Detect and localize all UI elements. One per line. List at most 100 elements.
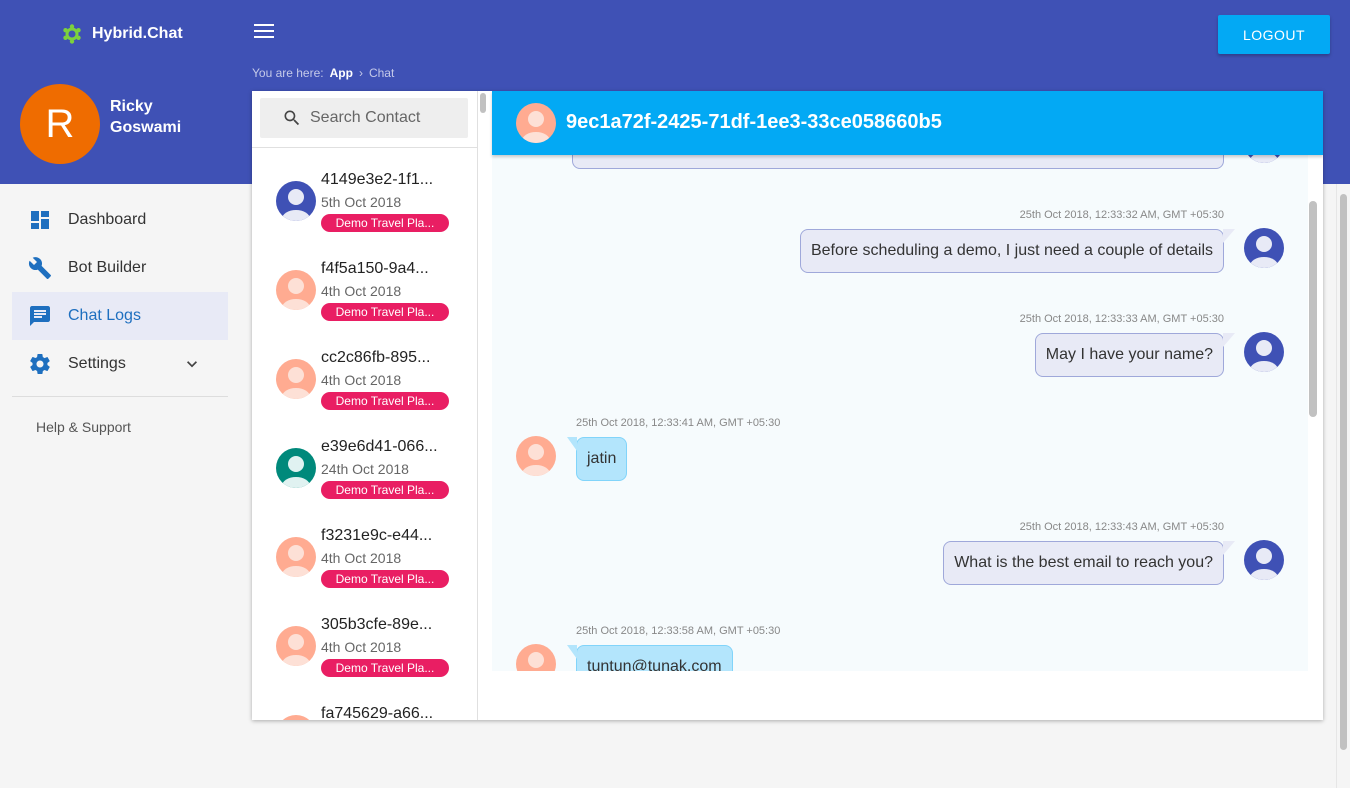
chat-title: 9ec1a72f-2425-71df-1ee3-33ce058660b5 bbox=[566, 111, 942, 133]
chat-icon bbox=[30, 306, 50, 326]
sidebar-item-chat-logs[interactable]: Chat Logs bbox=[12, 292, 228, 340]
search-input[interactable] bbox=[310, 109, 460, 127]
sidebar-item-label: Bot Builder bbox=[68, 259, 147, 276]
person-icon bbox=[1244, 228, 1284, 268]
person-icon bbox=[1244, 540, 1284, 580]
contact-id: e39e6d41-066... bbox=[321, 438, 438, 455]
bot-avatar bbox=[1244, 155, 1284, 163]
chevron-down-icon[interactable] bbox=[182, 354, 202, 374]
contact-bot-tag: Demo Travel Pla... bbox=[321, 570, 449, 588]
contact-item[interactable]: cc2c86fb-895... 4th Oct 2018 Demo Travel… bbox=[252, 325, 477, 414]
search-box[interactable] bbox=[260, 98, 468, 138]
message-bubble-out: May I have your name? bbox=[1034, 333, 1236, 377]
bot-avatar bbox=[1244, 228, 1284, 268]
person-icon bbox=[276, 270, 316, 310]
page-scrollbar-thumb[interactable] bbox=[1340, 194, 1347, 750]
sidebar-nav: Dashboard Bot Builder Chat Logs Settings bbox=[12, 196, 228, 388]
contact-list: 4149e3e2-1f1... 5th Oct 2018 Demo Travel… bbox=[252, 147, 477, 720]
chat-footer bbox=[492, 671, 1323, 720]
gear-icon bbox=[30, 354, 50, 375]
person-icon bbox=[516, 644, 556, 671]
logo-icon bbox=[63, 24, 81, 44]
contact-list-pane: 4149e3e2-1f1... 5th Oct 2018 Demo Travel… bbox=[252, 91, 478, 720]
sidebar-item-dashboard[interactable]: Dashboard bbox=[12, 196, 228, 244]
message-bubble-out bbox=[572, 155, 1224, 169]
sidebar-item-bot-builder[interactable]: Bot Builder bbox=[12, 244, 228, 292]
contact-avatar bbox=[276, 359, 316, 399]
contact-id: 305b3cfe-89e... bbox=[321, 616, 433, 633]
bot-avatar bbox=[1244, 540, 1284, 580]
message-timestamp: 25th Oct 2018, 12:33:32 AM, GMT +05:30 bbox=[1019, 209, 1224, 221]
contact-avatar bbox=[276, 448, 316, 488]
logout-button[interactable]: LOGOUT bbox=[1218, 15, 1330, 54]
contact-item[interactable]: fa745629-a66... bbox=[252, 681, 477, 720]
contact-list-scrollbar[interactable] bbox=[480, 93, 486, 113]
bot-avatar bbox=[1244, 332, 1284, 372]
app-logo[interactable]: Hybrid.Chat bbox=[62, 24, 183, 44]
message-bubble-out: What is the best email to reach you? bbox=[943, 541, 1235, 585]
user-name: Ricky Goswami bbox=[110, 98, 182, 136]
contact-id: f3231e9c-e44... bbox=[321, 527, 433, 544]
contact-bot-tag: Demo Travel Pla... bbox=[321, 481, 449, 499]
contact-bot-tag: Demo Travel Pla... bbox=[321, 214, 449, 232]
contact-avatar bbox=[276, 270, 316, 310]
person-icon bbox=[276, 537, 316, 577]
breadcrumb-prefix: You are here: bbox=[252, 66, 324, 80]
contact-item[interactable]: e39e6d41-066... 24th Oct 2018 Demo Trave… bbox=[252, 414, 477, 503]
chat-panel: 4149e3e2-1f1... 5th Oct 2018 Demo Travel… bbox=[252, 91, 1323, 720]
message-bubble-in: jatin bbox=[566, 437, 628, 481]
user-avatar[interactable]: R bbox=[20, 84, 100, 164]
contact-item[interactable]: 4149e3e2-1f1... 5th Oct 2018 Demo Travel… bbox=[252, 147, 477, 236]
dashboard-icon bbox=[31, 211, 49, 229]
contact-item[interactable]: f4f5a150-9a4... 4th Oct 2018 Demo Travel… bbox=[252, 236, 477, 325]
message-timestamp: 25th Oct 2018, 12:33:43 AM, GMT +05:30 bbox=[1019, 521, 1224, 533]
message-bubble-in: tuntun@tunak.com bbox=[567, 645, 733, 671]
message-timestamp: 25th Oct 2018, 12:33:41 AM, GMT +05:30 bbox=[576, 417, 781, 429]
person-icon bbox=[516, 103, 556, 143]
person-icon bbox=[516, 436, 556, 476]
message-thread: 25th Oct 2018, 12:33:32 AM, GMT +05:30 B… bbox=[492, 155, 1308, 671]
person-icon bbox=[1244, 155, 1284, 163]
search-icon bbox=[284, 110, 300, 126]
contact-date: 4th Oct 2018 bbox=[321, 550, 402, 566]
contact-date: 4th Oct 2018 bbox=[321, 372, 402, 388]
breadcrumb-app-link[interactable]: App bbox=[330, 66, 353, 80]
contact-avatar bbox=[516, 436, 556, 476]
message-timestamp: 25th Oct 2018, 12:33:33 AM, GMT +05:30 bbox=[1019, 313, 1224, 325]
help-support-link[interactable]: Help & Support bbox=[36, 419, 131, 435]
contact-id: fa745629-a66... bbox=[321, 705, 434, 720]
person-icon bbox=[276, 448, 316, 488]
contact-item[interactable]: 305b3cfe-89e... 4th Oct 2018 Demo Travel… bbox=[252, 592, 477, 681]
contact-date: 24th Oct 2018 bbox=[321, 461, 409, 477]
menu-icon[interactable] bbox=[254, 24, 274, 40]
chat-contact-avatar bbox=[516, 103, 556, 143]
contact-id: 4149e3e2-1f1... bbox=[321, 171, 434, 188]
contact-bot-tag: Demo Travel Pla... bbox=[321, 303, 449, 321]
message-timestamp: 25th Oct 2018, 12:33:58 AM, GMT +05:30 bbox=[576, 625, 781, 637]
contact-avatar bbox=[276, 715, 316, 720]
contact-bot-tag: Demo Travel Pla... bbox=[321, 392, 449, 410]
contact-date: 4th Oct 2018 bbox=[321, 283, 402, 299]
page-scrollbar[interactable] bbox=[1336, 184, 1350, 788]
person-icon bbox=[276, 715, 316, 720]
sidebar-item-settings[interactable]: Settings bbox=[12, 340, 228, 388]
wrench-icon bbox=[28, 257, 51, 279]
contact-date: 5th Oct 2018 bbox=[321, 194, 402, 210]
contact-avatar bbox=[516, 644, 556, 671]
person-icon bbox=[276, 181, 316, 221]
contact-avatar bbox=[276, 626, 316, 666]
contact-item[interactable]: f3231e9c-e44... 4th Oct 2018 Demo Travel… bbox=[252, 503, 477, 592]
app-name: Hybrid.Chat bbox=[92, 25, 183, 42]
sidebar-item-label: Settings bbox=[68, 355, 126, 372]
breadcrumb: You are here: App › Chat bbox=[252, 66, 394, 80]
contact-date: 4th Oct 2018 bbox=[321, 639, 402, 655]
contact-avatar bbox=[276, 181, 316, 221]
person-icon bbox=[276, 359, 316, 399]
sidebar-item-label: Chat Logs bbox=[68, 307, 141, 324]
person-icon bbox=[276, 626, 316, 666]
chat-header: 9ec1a72f-2425-71df-1ee3-33ce058660b5 bbox=[492, 91, 1323, 155]
person-icon bbox=[1244, 332, 1284, 372]
message-thread-scrollbar[interactable] bbox=[1309, 201, 1317, 417]
breadcrumb-current: Chat bbox=[368, 66, 395, 80]
contact-id: cc2c86fb-895... bbox=[321, 349, 431, 366]
